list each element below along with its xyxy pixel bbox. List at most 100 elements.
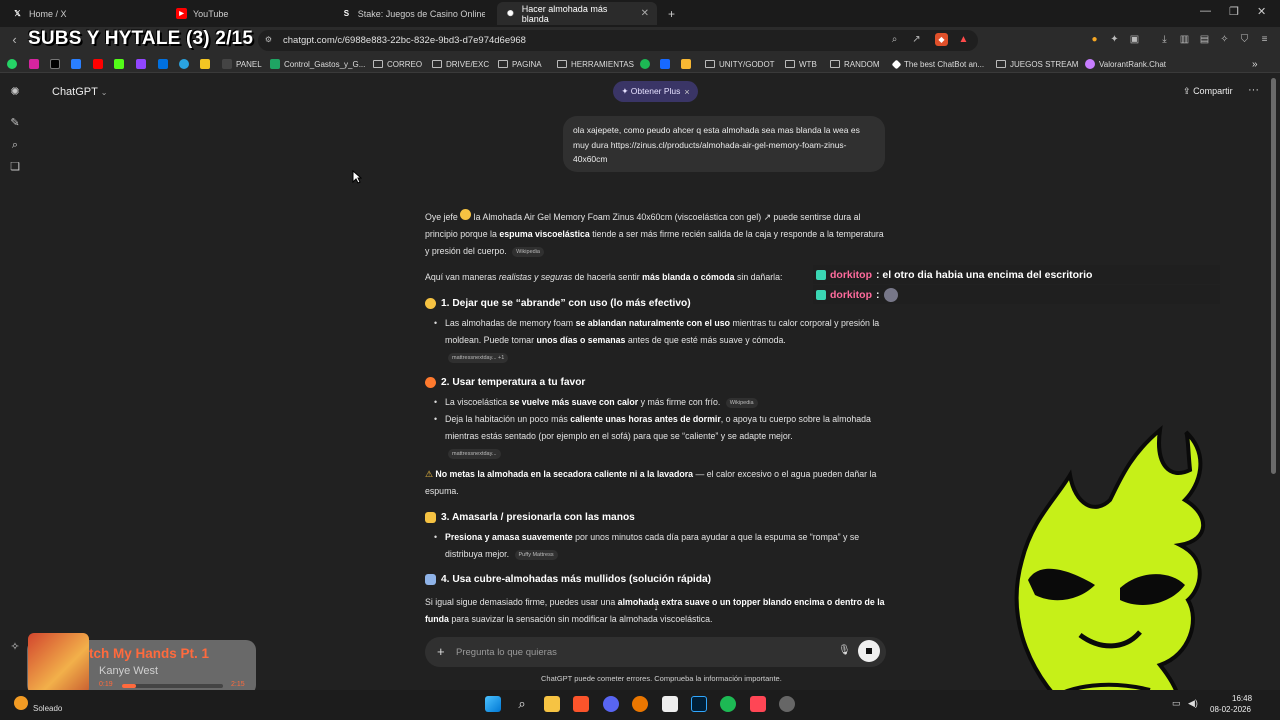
bookmark-folder-drive[interactable]: DRIVE/EXC: [432, 57, 489, 71]
scroll-down-icon[interactable]: ↓: [649, 602, 663, 616]
source-chip-wikipedia[interactable]: Wikipedia: [725, 397, 758, 408]
network-icon[interactable]: ▭: [1172, 698, 1181, 709]
bookmark-folder-correo[interactable]: CORREO: [373, 57, 422, 71]
source-chip-puffy[interactable]: Puffy Mattress: [514, 549, 558, 560]
bookmark-chatbot[interactable]: The best ChatBot an...: [891, 57, 984, 71]
get-plus-button[interactable]: ✦ Obtener Plus ×: [613, 81, 698, 102]
valorant-icon: [1085, 59, 1095, 69]
more-bookmarks-icon[interactable]: »: [1252, 57, 1258, 71]
bookmark-orange[interactable]: [681, 57, 691, 71]
chatbot-icon: [891, 59, 902, 69]
response-intro-paragraph: Oye jefe la Almohada Air Gel Memory Foam…: [425, 209, 890, 260]
tab-label: YouTube: [193, 8, 229, 19]
prompt-input[interactable]: [456, 646, 816, 659]
twitch-bookmark[interactable]: [136, 57, 146, 71]
windows-start-icon[interactable]: [485, 696, 501, 712]
wallet-icon[interactable]: ▤: [1198, 33, 1211, 46]
folder-icon: [996, 60, 1006, 68]
brave-shield-icon[interactable]: ◆: [935, 33, 948, 46]
brave-icon[interactable]: [573, 696, 589, 712]
search-chats-icon[interactable]: ⌕: [9, 139, 21, 151]
bookmark-folder-unity[interactable]: UNITY/GODOT: [705, 57, 775, 71]
bookmark-folder-juegos[interactable]: JUEGOS STREAM: [996, 57, 1078, 71]
kick-bookmark[interactable]: [114, 57, 124, 71]
spotify-icon[interactable]: [720, 696, 736, 712]
puzzle-icon[interactable]: ✦: [1108, 33, 1121, 46]
menu-icon[interactable]: ≡: [1258, 33, 1271, 46]
paypal-bookmark[interactable]: [158, 57, 168, 71]
photoshop-icon[interactable]: [691, 696, 707, 712]
bookmark-folder-random[interactable]: RANDOM: [830, 57, 880, 71]
telegram-bookmark[interactable]: [179, 57, 189, 71]
source-chip-mattress[interactable]: mattressnextday...: [448, 449, 501, 459]
valorant-icon[interactable]: [750, 696, 766, 712]
bookmark-panel[interactable]: PANEL: [222, 57, 262, 71]
tab-x[interactable]: 𝕏 Home / X: [4, 2, 164, 25]
extension-icon[interactable]: ●: [1088, 33, 1101, 46]
bookmark-folder-pagina[interactable]: PAGINA: [498, 57, 542, 71]
bookmark-yellow[interactable]: [200, 57, 210, 71]
download-icon[interactable]: ⤓: [1158, 33, 1171, 46]
window-close-icon[interactable]: ✕: [1257, 5, 1266, 18]
share-button[interactable]: ⇪ Compartir: [1183, 86, 1233, 97]
tab-stake[interactable]: S Stake: Juegos de Casino Online y Ap: [333, 2, 493, 25]
url-text[interactable]: chatgpt.com/c/6988e883-22bc-832e-9bd3-d7…: [283, 35, 526, 46]
blender-icon[interactable]: [632, 696, 648, 712]
bookmark-folder-wtb[interactable]: WTB: [785, 57, 817, 71]
file-explorer-icon[interactable]: [544, 696, 560, 712]
bookmark-blue[interactable]: [71, 57, 81, 71]
notion-icon[interactable]: [662, 696, 678, 712]
source-chip-mattress[interactable]: mattressnextday... +1: [448, 353, 509, 363]
x-bookmark[interactable]: [50, 57, 60, 71]
leo-ai-icon[interactable]: ✧: [1218, 33, 1231, 46]
youtube-bookmark[interactable]: [93, 57, 103, 71]
brave-rewards-icon[interactable]: ▲: [957, 33, 970, 46]
instagram-bookmark[interactable]: [29, 57, 39, 71]
maximize-icon[interactable]: ❐: [1229, 5, 1239, 18]
app-icon[interactable]: [779, 696, 795, 712]
back-icon[interactable]: ‹: [8, 33, 21, 46]
more-options-button[interactable]: ···: [1248, 84, 1259, 96]
bookmark-behance[interactable]: [660, 57, 670, 71]
attach-plus-icon[interactable]: +: [437, 644, 445, 659]
close-icon[interactable]: ×: [684, 87, 689, 97]
discord-icon[interactable]: [603, 696, 619, 712]
tab-label: Hacer almohada más blanda: [521, 3, 608, 24]
bookmark-folder-herramientas[interactable]: HERRAMIENTAS: [557, 57, 634, 71]
minimize-icon[interactable]: —: [1200, 5, 1211, 17]
section-heading-4: 4. Usa cubre-almohadas más mullidos (sol…: [425, 574, 711, 585]
scrollbar[interactable]: [1271, 78, 1276, 474]
search-icon[interactable]: ⌕: [514, 696, 530, 712]
bookmark-valorant[interactable]: ValorantRank.Chat: [1085, 57, 1166, 71]
vpn-icon[interactable]: ⛉: [1238, 33, 1251, 46]
library-icon[interactable]: ❏: [9, 161, 21, 173]
app-icon: [71, 59, 81, 69]
tab-youtube[interactable]: ▶ YouTube: [168, 2, 328, 25]
microphone-icon[interactable]: 🎙: [838, 645, 851, 656]
clock-date[interactable]: 08-02-2026: [1210, 705, 1251, 714]
bookmark-green[interactable]: [640, 57, 650, 71]
badge-icon: [816, 269, 826, 280]
sidebar-toggle-icon[interactable]: ▥: [1178, 33, 1191, 46]
openai-logo-icon[interactable]: ✺: [9, 86, 21, 98]
youtube-icon: ▶: [176, 8, 187, 19]
model-selector[interactable]: ChatGPT ⌄: [52, 86, 107, 98]
whatsapp-bookmark[interactable]: [7, 57, 17, 71]
site-settings-icon[interactable]: ⚙: [262, 33, 275, 46]
clock-time[interactable]: 16:48: [1232, 694, 1252, 703]
media-icon[interactable]: ▣: [1128, 33, 1141, 46]
source-chip-wikipedia[interactable]: Wikipedia: [512, 246, 544, 257]
weather-text: Soleado: [33, 704, 63, 713]
tab-chatgpt[interactable]: ✺ Hacer almohada más blanda ✕: [497, 2, 657, 25]
share-page-icon[interactable]: ↗: [910, 33, 923, 46]
bookmark-control-gastos[interactable]: Control_Gastos_y_G...: [270, 57, 365, 71]
progress-bar[interactable]: [122, 684, 223, 688]
warning-paragraph: ⚠ No metas la almohada en la secadora ca…: [425, 469, 877, 496]
volume-icon[interactable]: ◀): [1188, 698, 1198, 709]
new-tab-button[interactable]: +: [660, 2, 683, 25]
search-icon[interactable]: ⌕: [888, 33, 901, 46]
stop-generating-button[interactable]: [858, 640, 880, 662]
close-tab-icon[interactable]: ✕: [641, 8, 649, 19]
new-chat-icon[interactable]: ✎: [9, 117, 21, 129]
sparkle-icon[interactable]: ✧: [9, 641, 21, 653]
